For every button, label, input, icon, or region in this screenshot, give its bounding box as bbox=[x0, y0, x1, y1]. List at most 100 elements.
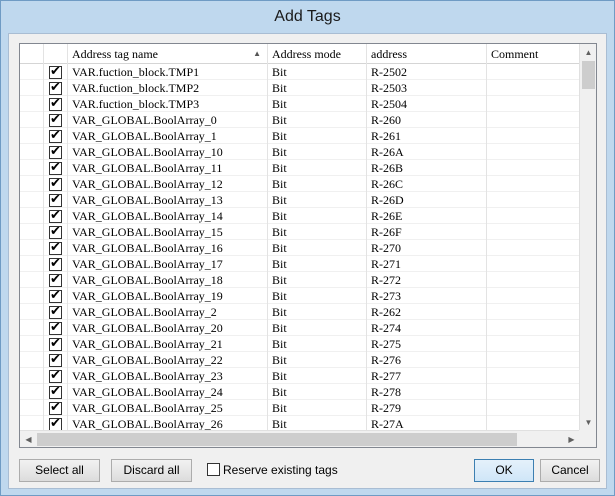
table-row[interactable]: ✔ VAR_GLOBAL.BoolArray_2 Bit R-262 bbox=[20, 304, 580, 320]
table-row[interactable]: ✔ VAR_GLOBAL.BoolArray_11 Bit R-26B bbox=[20, 160, 580, 176]
address-mode-cell[interactable]: Bit bbox=[268, 352, 367, 368]
row-check-cell[interactable]: ✔ bbox=[44, 112, 68, 128]
vertical-scroll-thumb[interactable] bbox=[582, 61, 595, 89]
address-cell[interactable]: R-26B bbox=[367, 160, 487, 176]
address-cell[interactable]: R-26D bbox=[367, 192, 487, 208]
row-check-cell[interactable]: ✔ bbox=[44, 208, 68, 224]
table-row[interactable]: ✔ VAR_GLOBAL.BoolArray_0 Bit R-260 bbox=[20, 112, 580, 128]
address-mode-cell[interactable]: Bit bbox=[268, 224, 367, 240]
comment-cell[interactable] bbox=[487, 288, 580, 304]
address-mode-cell[interactable]: Bit bbox=[268, 80, 367, 96]
address-mode-cell[interactable]: Bit bbox=[268, 64, 367, 80]
address-cell[interactable]: R-279 bbox=[367, 400, 487, 416]
tag-name-cell[interactable]: VAR_GLOBAL.BoolArray_0 bbox=[68, 112, 268, 128]
address-mode-cell[interactable]: Bit bbox=[268, 320, 367, 336]
comment-cell[interactable] bbox=[487, 112, 580, 128]
row-check-cell[interactable]: ✔ bbox=[44, 400, 68, 416]
comment-cell[interactable] bbox=[487, 352, 580, 368]
address-cell[interactable]: R-277 bbox=[367, 368, 487, 384]
row-checkbox[interactable]: ✔ bbox=[49, 80, 62, 95]
tag-name-cell[interactable]: VAR_GLOBAL.BoolArray_1 bbox=[68, 128, 268, 144]
row-check-cell[interactable]: ✔ bbox=[44, 320, 68, 336]
table-row[interactable]: ✔ VAR_GLOBAL.BoolArray_25 Bit R-279 bbox=[20, 400, 580, 416]
address-cell[interactable]: R-27A bbox=[367, 416, 487, 431]
ok-button[interactable]: OK bbox=[474, 459, 534, 482]
table-row[interactable]: ✔ VAR_GLOBAL.BoolArray_20 Bit R-274 bbox=[20, 320, 580, 336]
comment-cell[interactable] bbox=[487, 400, 580, 416]
tags-grid[interactable]: Address tag name ▲ Address mode address … bbox=[19, 43, 597, 448]
comment-cell[interactable] bbox=[487, 224, 580, 240]
table-row[interactable]: ✔ VAR_GLOBAL.BoolArray_24 Bit R-278 bbox=[20, 384, 580, 400]
address-mode-cell[interactable]: Bit bbox=[268, 128, 367, 144]
address-cell[interactable]: R-2503 bbox=[367, 80, 487, 96]
horizontal-scroll-thumb[interactable] bbox=[37, 433, 517, 446]
tag-name-cell[interactable]: VAR_GLOBAL.BoolArray_2 bbox=[68, 304, 268, 320]
tag-name-cell[interactable]: VAR.fuction_block.TMP1 bbox=[68, 64, 268, 80]
tag-name-cell[interactable]: VAR.fuction_block.TMP2 bbox=[68, 80, 268, 96]
comment-cell[interactable] bbox=[487, 272, 580, 288]
address-mode-cell[interactable]: Bit bbox=[268, 176, 367, 192]
row-check-cell[interactable]: ✔ bbox=[44, 240, 68, 256]
table-row[interactable]: ✔ VAR_GLOBAL.BoolArray_14 Bit R-26E bbox=[20, 208, 580, 224]
tag-name-cell[interactable]: VAR_GLOBAL.BoolArray_10 bbox=[68, 144, 268, 160]
address-cell[interactable]: R-270 bbox=[367, 240, 487, 256]
address-mode-cell[interactable]: Bit bbox=[268, 256, 367, 272]
tag-name-cell[interactable]: VAR_GLOBAL.BoolArray_14 bbox=[68, 208, 268, 224]
row-check-cell[interactable]: ✔ bbox=[44, 256, 68, 272]
address-mode-cell[interactable]: Bit bbox=[268, 144, 367, 160]
table-row[interactable]: ✔ VAR.fuction_block.TMP2 Bit R-2503 bbox=[20, 80, 580, 96]
address-cell[interactable]: R-260 bbox=[367, 112, 487, 128]
row-check-cell[interactable]: ✔ bbox=[44, 416, 68, 431]
comment-cell[interactable] bbox=[487, 240, 580, 256]
cancel-button[interactable]: Cancel bbox=[540, 459, 600, 482]
address-cell[interactable]: R-262 bbox=[367, 304, 487, 320]
tag-name-cell[interactable]: VAR_GLOBAL.BoolArray_16 bbox=[68, 240, 268, 256]
row-checkbox[interactable]: ✔ bbox=[49, 192, 62, 207]
comment-cell[interactable] bbox=[487, 80, 580, 96]
header-check-column[interactable] bbox=[44, 44, 68, 64]
table-row[interactable]: ✔ VAR_GLOBAL.BoolArray_26 Bit R-27A bbox=[20, 416, 580, 431]
table-row[interactable]: ✔ VAR_GLOBAL.BoolArray_1 Bit R-261 bbox=[20, 128, 580, 144]
address-cell[interactable]: R-275 bbox=[367, 336, 487, 352]
discard-all-button[interactable]: Discard all bbox=[111, 459, 192, 482]
row-check-cell[interactable]: ✔ bbox=[44, 304, 68, 320]
row-checkbox[interactable]: ✔ bbox=[49, 224, 62, 239]
row-checkbox[interactable]: ✔ bbox=[49, 160, 62, 175]
tag-name-cell[interactable]: VAR_GLOBAL.BoolArray_18 bbox=[68, 272, 268, 288]
table-row[interactable]: ✔ VAR_GLOBAL.BoolArray_18 Bit R-272 bbox=[20, 272, 580, 288]
address-cell[interactable]: R-261 bbox=[367, 128, 487, 144]
vertical-scrollbar[interactable]: ▲ ▼ bbox=[579, 44, 596, 431]
row-checkbox[interactable]: ✔ bbox=[49, 96, 62, 111]
row-checkbox[interactable]: ✔ bbox=[49, 288, 62, 303]
table-row[interactable]: ✔ VAR_GLOBAL.BoolArray_21 Bit R-275 bbox=[20, 336, 580, 352]
table-row[interactable]: ✔ VAR_GLOBAL.BoolArray_17 Bit R-271 bbox=[20, 256, 580, 272]
column-header-address[interactable]: address bbox=[367, 44, 487, 64]
comment-cell[interactable] bbox=[487, 384, 580, 400]
address-cell[interactable]: R-26A bbox=[367, 144, 487, 160]
row-checkbox[interactable]: ✔ bbox=[49, 320, 62, 335]
horizontal-scrollbar[interactable]: ◀ ▶ bbox=[20, 430, 580, 447]
row-check-cell[interactable]: ✔ bbox=[44, 160, 68, 176]
address-mode-cell[interactable]: Bit bbox=[268, 304, 367, 320]
column-header-name[interactable]: Address tag name ▲ bbox=[68, 44, 268, 64]
triangle-left-icon[interactable]: ◀ bbox=[20, 431, 37, 447]
tag-name-cell[interactable]: VAR_GLOBAL.BoolArray_12 bbox=[68, 176, 268, 192]
select-all-button[interactable]: Select all bbox=[19, 459, 100, 482]
comment-cell[interactable] bbox=[487, 176, 580, 192]
address-cell[interactable]: R-272 bbox=[367, 272, 487, 288]
comment-cell[interactable] bbox=[487, 320, 580, 336]
address-cell[interactable]: R-273 bbox=[367, 288, 487, 304]
row-checkbox[interactable]: ✔ bbox=[49, 208, 62, 223]
triangle-up-icon[interactable]: ▲ bbox=[580, 44, 596, 61]
address-cell[interactable]: R-276 bbox=[367, 352, 487, 368]
tag-name-cell[interactable]: VAR_GLOBAL.BoolArray_25 bbox=[68, 400, 268, 416]
comment-cell[interactable] bbox=[487, 192, 580, 208]
address-cell[interactable]: R-26C bbox=[367, 176, 487, 192]
row-check-cell[interactable]: ✔ bbox=[44, 128, 68, 144]
table-row[interactable]: ✔ VAR_GLOBAL.BoolArray_16 Bit R-270 bbox=[20, 240, 580, 256]
column-header-mode[interactable]: Address mode bbox=[268, 44, 367, 64]
table-row[interactable]: ✔ VAR.fuction_block.TMP3 Bit R-2504 bbox=[20, 96, 580, 112]
tag-name-cell[interactable]: VAR_GLOBAL.BoolArray_17 bbox=[68, 256, 268, 272]
row-checkbox[interactable]: ✔ bbox=[49, 272, 62, 287]
row-check-cell[interactable]: ✔ bbox=[44, 64, 68, 80]
